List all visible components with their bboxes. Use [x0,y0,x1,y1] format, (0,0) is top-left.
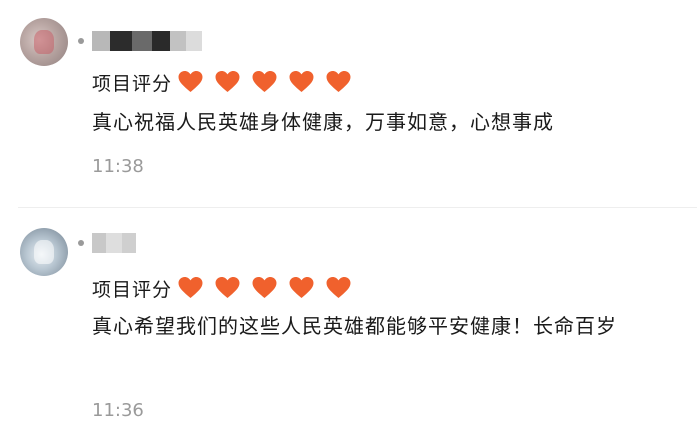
rating-hearts [178,71,351,93]
rating-row: 项目评分 [92,66,351,98]
rating-label: 项目评分 [92,278,173,301]
comment-time: 11:36 [92,400,144,421]
heart-icon [289,277,314,298]
username-mosaic [92,233,136,253]
username-mosaic [92,31,202,51]
rating-row: 项目评分 [92,272,351,304]
username-blur-dot [78,38,84,44]
username-blurred[interactable] [78,232,136,254]
heart-icon [252,71,277,92]
comment-item: 项目评分 真心祝福人民英雄身体健康，万事如意，心想事成 11:38 [0,0,697,208]
heart-icon [326,71,351,92]
username-blurred[interactable] [78,30,202,52]
avatar[interactable] [20,228,68,276]
rating-hearts [178,277,351,299]
rating-label: 项目评分 [92,72,173,95]
comment-text: 真心希望我们的这些人民英雄都能够平安健康！长命百岁 [92,314,617,338]
comment-text: 真心祝福人民英雄身体健康，万事如意，心想事成 [92,110,554,134]
heart-icon [178,71,203,92]
comment-time: 11:38 [92,156,144,177]
heart-icon [178,277,203,298]
heart-icon [215,277,240,298]
heart-icon [326,277,351,298]
username-blur-dot [78,240,84,246]
heart-icon [215,71,240,92]
heart-icon [289,71,314,92]
heart-icon [252,277,277,298]
avatar[interactable] [20,18,68,66]
comment-item: 项目评分 真心希望我们的这些人民英雄都能够平安健康！长命百岁 11:36 [0,208,697,447]
